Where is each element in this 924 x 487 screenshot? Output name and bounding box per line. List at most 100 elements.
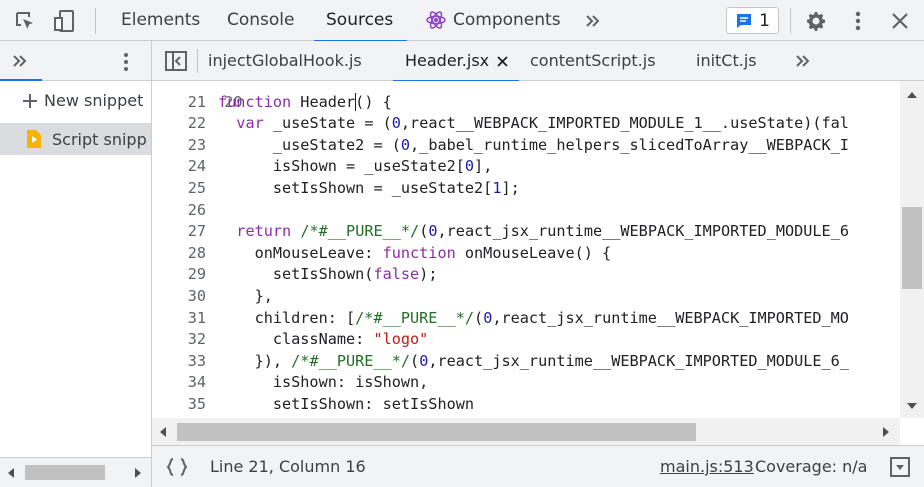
more-tabs-chevron-icon[interactable] [580,8,606,34]
message-icon [737,13,752,28]
tab-console[interactable]: Console [227,0,295,41]
editor-status-bar: Line 21, Column 16 main.js:513 Coverage:… [152,445,924,487]
line-number: 31 [187,308,206,327]
line-number: 23 [187,135,206,154]
line-number: 30 [187,287,206,305]
plus-icon [23,93,37,108]
code-line: 35 setIsShown: setIsShown [152,394,900,416]
scroll-right-arrow-icon[interactable] [882,427,890,437]
tab-divider [197,49,198,73]
code-text: isShown: isShown, [218,373,429,392]
code-line: 27 return /*#__PURE__*/(0,react_jsx_runt… [152,221,900,243]
line-number: 35 [187,395,206,413]
navigator-horizontal-scrollbar[interactable] [0,457,151,487]
code-text: isShown = _useState2[0], [218,157,493,176]
line-number: 28 [187,243,206,262]
navigator-menu-icon[interactable] [123,52,129,72]
code-line: 34 isShown: isShown, [152,372,900,394]
code-line: 24 isShown = _useState2[0], [152,156,900,178]
more-navigator-tabs-icon[interactable] [12,54,28,68]
editor-tab-bar: injectGlobalHook.js Header.jsx contentSc… [152,41,924,82]
code-line: 33 }), /*#__PURE__*/(0,react_jsx_runtime… [152,351,900,373]
navigator-panel: New snippet Script snipp [0,41,152,487]
cursor-position: Line 21, Column 16 [210,457,366,476]
scroll-up-arrow-icon[interactable] [907,91,917,99]
settings-gear-icon[interactable] [803,8,829,34]
line-number: 32 [187,330,206,349]
code-line: 26 [152,200,900,222]
code-line: 25 setIsShown = _useState2[1]; [152,178,900,200]
coverage-status: Coverage: n/a [755,457,868,476]
scroll-right-arrow-icon[interactable] [134,468,142,478]
code-line: 32 className: "logo" [152,329,900,351]
inspect-element-icon[interactable] [12,8,38,34]
code-line: 22 var _useState = (0,react__WEBPACK_IMP… [152,113,900,135]
issues-count: 1 [759,10,770,31]
line-number: 29 [187,265,206,284]
snippet-list-item[interactable]: Script snipp [0,123,151,155]
code-text: function Header() { [218,92,392,112]
scrollbar-thumb[interactable] [902,207,922,289]
source-location-link[interactable]: main.js:513 [660,457,754,476]
toolbar-divider [95,8,96,34]
more-options-icon[interactable] [845,8,871,34]
editor-horizontal-scrollbar[interactable] [152,418,900,445]
line-number: 24 [187,157,206,176]
scrollbar-thumb[interactable] [25,465,105,480]
scrollbar-corner [900,418,924,445]
code-text: className: "logo" [218,330,429,349]
navigator-header [0,41,151,81]
scroll-left-arrow-icon[interactable] [159,427,167,437]
navigator-tab-indicator [0,79,42,81]
editor-tab-header[interactable]: Header.jsx [392,41,520,82]
scrollbar-thumb[interactable] [177,423,696,441]
code-text: setIsShown = _useState2[1]; [218,179,520,197]
line-number: 26 [187,200,206,219]
script-file-icon [27,130,41,148]
code-text: }), /*#__PURE__*/(0,react_jsx_runtime__W… [218,351,849,370]
tab-elements[interactable]: Elements [121,0,200,41]
more-editor-tabs-icon[interactable] [795,54,811,68]
editor-tab-initct[interactable]: initCt.js [696,41,757,81]
line-number: 22 [187,114,206,133]
scroll-left-arrow-icon[interactable] [7,468,15,478]
editor-tab-injectglobalhook[interactable]: injectGlobalHook.js [208,41,362,81]
device-toolbar-icon[interactable] [52,8,78,34]
close-icon[interactable] [887,8,913,34]
toggle-drawer-icon[interactable] [890,457,910,477]
line-number: 34 [187,373,206,392]
code-line: 20 [152,81,900,111]
code-text: onMouseLeave: function onMouseLeave() { [218,243,612,262]
editor-vertical-scrollbar[interactable] [900,81,924,418]
code-line: 29 setIsShown(false); [152,264,900,286]
toolbar-divider [790,8,791,34]
code-editor[interactable]: 20 21 function Header() {22 var _useState… [152,81,900,418]
code-text: }, [218,287,273,305]
line-number: 21 [187,92,206,111]
code-line: 31 children: [/*#__PURE__*/(0,react_jsx_… [152,308,900,330]
pretty-print-braces-icon[interactable] [166,458,188,476]
close-tab-icon[interactable] [497,56,508,67]
issues-badge[interactable]: 1 [726,7,779,34]
new-snippet-label: New snippet [44,91,144,110]
code-text: setIsShown: setIsShown [218,395,475,413]
code-text: return /*#__PURE__*/(0,react_jsx_runtime… [236,222,849,241]
devtools-toolbar: Elements Console Sources Components 1 [0,0,924,42]
tab-components[interactable]: Components [453,0,561,41]
new-snippet-button[interactable]: New snippet [22,91,143,110]
code-line: 28 onMouseLeave: function onMouseLeave()… [152,243,900,265]
line-number: 33 [187,351,206,370]
toggle-navigator-icon[interactable] [165,51,187,71]
line-number: 27 [187,222,206,241]
react-components-icon [423,7,449,33]
snippet-label: Script snipp [52,129,147,149]
scroll-down-arrow-icon[interactable] [907,402,917,410]
code-text: setIsShown(false); [218,265,438,284]
code-line: 23 _useState2 = (0,_babel_runtime_helper… [152,135,900,157]
code-text: _useState2 = (0,_babel_runtime_helpers_s… [218,135,849,154]
tab-sources[interactable]: Sources [313,0,408,42]
line-number: 25 [187,179,206,197]
code-line: 21 function Header() { [152,92,900,114]
editor-tab-contentscript[interactable]: contentScript.js [530,41,656,81]
text-cursor [354,93,356,112]
